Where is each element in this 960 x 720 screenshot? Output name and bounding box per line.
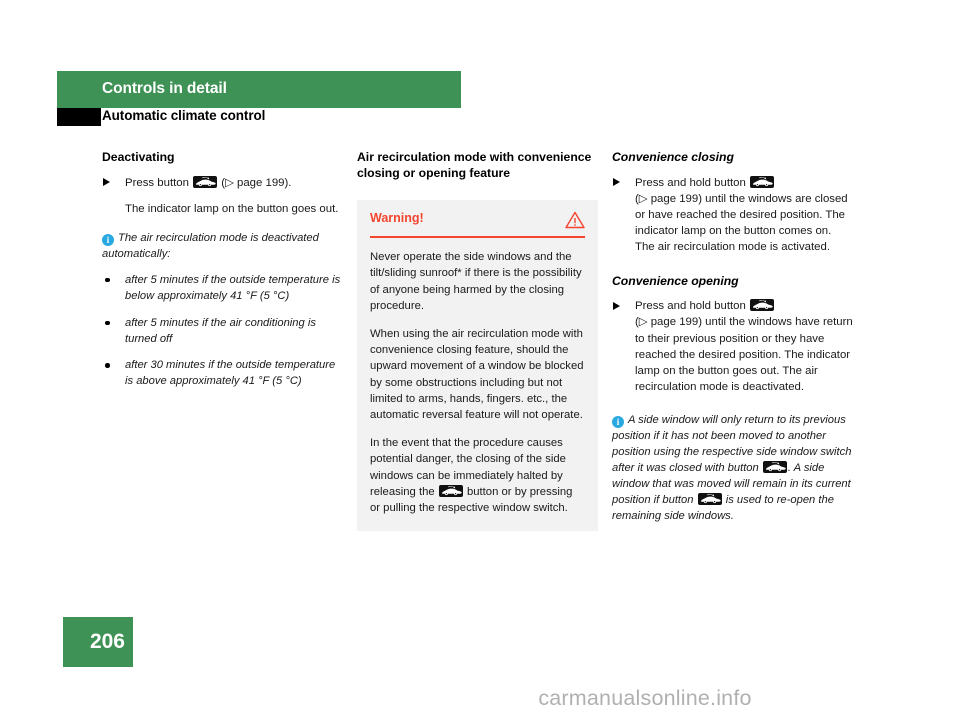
info-note-deactivating: i The air recirculation mode is deactivat… [102, 231, 343, 390]
step-convenience-opening: Press and hold button (▷ page 199) until… [612, 298, 853, 395]
watermark-label: carmanualsonline.info [538, 686, 752, 710]
list-item: after 5 minutes if the air conditioning … [102, 316, 343, 348]
step-convenience-closing: Press and hold button (▷ page 199) until… [612, 175, 853, 256]
list-item-label: after 5 minutes if the outside temperatu… [125, 273, 341, 302]
step-press-button: Press button (▷ page 199). [102, 175, 343, 191]
air-recirculation-car-button-icon [749, 299, 774, 312]
page-number: 206 [89, 630, 125, 653]
chapter-title: Controls in detail [102, 80, 227, 97]
bullet-dot-icon [105, 363, 110, 368]
list-item: after 30 minutes if the outside temperat… [102, 358, 343, 390]
warning-paragraph-2: When using the air recirculation mode wi… [370, 327, 584, 422]
info-icon: i [612, 416, 624, 429]
section-title: Automatic climate control [102, 108, 266, 123]
heading-convenience-opening: Convenience opening [612, 273, 739, 288]
section-tab-marker [57, 108, 101, 126]
heading-air-recirculation-mode: Air recirculation mode with convenience … [357, 150, 592, 180]
step-text-post: (▷ page 199) until the windows are close… [635, 192, 848, 254]
warning-header: Warning! [370, 211, 585, 238]
warning-label: Warning! [370, 211, 424, 225]
list-item-label: after 5 minutes if the air conditioning … [125, 316, 316, 345]
column-middle: Air recirculation mode with convenience … [357, 150, 598, 190]
triangle-bullet-icon [613, 301, 620, 310]
auto-deactivation-conditions-list: after 5 minutes if the outside temperatu… [102, 273, 343, 390]
manual-page: Controls in detail Automatic climate con… [0, 0, 960, 720]
column-right: Convenience closing Press and hold butto… [612, 150, 853, 525]
air-recirculation-car-button-icon [749, 175, 774, 188]
step-result-text: The indicator lamp on the button goes ou… [125, 202, 339, 215]
info-icon: i [102, 233, 114, 246]
air-recirculation-car-button-icon [762, 461, 787, 473]
column-left: Deactivating Press button (▷ page 199). … [102, 150, 343, 401]
air-recirculation-car-button-icon [697, 492, 722, 505]
triangle-bullet-icon [103, 178, 110, 187]
step-text-pre: Press button [125, 176, 193, 189]
warning-triangle-icon [565, 211, 585, 229]
air-recirculation-car-button-icon [438, 484, 463, 497]
watermark: carmanualsonline.info [0, 686, 960, 711]
warning-paragraph-3: In the event that the procedure causes p… [370, 435, 585, 517]
heading-convenience-closing: Convenience closing [612, 150, 734, 164]
list-item-label: after 30 minutes if the outside temperat… [125, 359, 336, 388]
triangle-bullet-icon [613, 178, 620, 187]
bullet-dot-icon [105, 277, 110, 283]
step-text-post: (▷ page 199). [218, 176, 292, 189]
step-text-post: (▷ page 199) until the windows have retu… [635, 316, 853, 394]
bullet-dot-icon [105, 320, 110, 326]
step-text-pre: Press and hold button [635, 300, 749, 313]
warning-paragraph-1: Never operate the side windows and the t… [370, 251, 582, 313]
air-recirculation-car-button-icon [193, 175, 218, 188]
heading-deactivating: Deactivating [102, 150, 175, 164]
list-item: after 5 minutes if the outside temperatu… [102, 273, 343, 305]
step-text-pre: Press and hold button [635, 176, 749, 189]
info-note-side-window: iA side window will only return to its p… [612, 413, 853, 524]
warning-box: Warning! Never operate the side windows … [357, 200, 598, 531]
info-note-text: The air recirculation mode is deactivate… [102, 231, 319, 260]
